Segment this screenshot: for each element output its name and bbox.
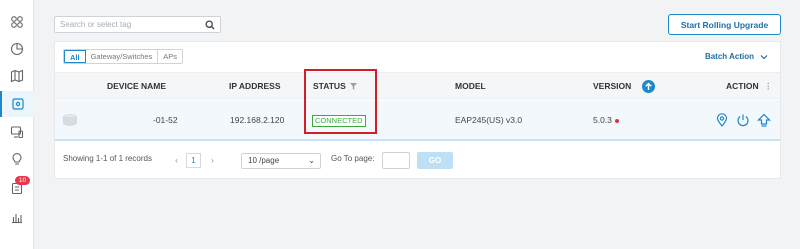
- go-button[interactable]: GO: [417, 152, 453, 169]
- update-available-dot: [614, 118, 619, 123]
- nav-statistics[interactable]: [0, 36, 34, 62]
- tab-all[interactable]: All: [64, 50, 86, 63]
- column-action: ACTION: [726, 81, 759, 91]
- goto-page-input[interactable]: [382, 152, 410, 169]
- locate-icon[interactable]: [715, 113, 729, 127]
- nav-clients[interactable]: [0, 119, 34, 145]
- chevron-down-icon: ⌄: [308, 156, 315, 165]
- table-row[interactable]: -01-52 192.168.2.120 CONNECTED EAP245(US…: [55, 100, 780, 141]
- version-value: 5.0.3: [593, 115, 612, 125]
- goto-page-label: Go To page:: [331, 154, 375, 163]
- tab-gateway-switches[interactable]: Gateway/Switches: [85, 50, 159, 63]
- start-rolling-upgrade-button[interactable]: Start Rolling Upgrade: [668, 14, 781, 35]
- notification-badge: 10: [15, 176, 30, 185]
- page-size-select[interactable]: 10 /page ⌄: [241, 153, 321, 169]
- device-list-card: All Gateway/Switches APs Batch Action DE…: [54, 41, 781, 179]
- upgrade-arrow-icon[interactable]: [641, 80, 655, 93]
- batch-action-label: Batch Action: [704, 52, 754, 61]
- column-settings-icon[interactable]: ⋮: [764, 73, 773, 100]
- upgrade-icon[interactable]: [757, 113, 771, 127]
- column-ip-address[interactable]: IP ADDRESS: [229, 73, 281, 100]
- dashboard-icon: [11, 16, 23, 28]
- nav-reports[interactable]: [0, 204, 34, 230]
- column-version[interactable]: VERSION: [593, 73, 655, 100]
- page-number-current[interactable]: 1: [186, 153, 201, 168]
- batch-action-dropdown[interactable]: Batch Action: [705, 52, 768, 61]
- previous-page-button[interactable]: ‹: [170, 154, 183, 167]
- map-icon: [10, 69, 24, 83]
- nav-devices[interactable]: [0, 91, 34, 117]
- device-icon: [63, 114, 77, 128]
- clients-icon: [10, 126, 24, 139]
- tag-search-box[interactable]: [54, 16, 221, 33]
- search-input[interactable]: [55, 17, 203, 32]
- left-nav-rail: 10: [0, 0, 34, 249]
- nav-map[interactable]: [0, 63, 34, 89]
- table-header: DEVICE NAME IP ADDRESS STATUS MODEL VERS…: [55, 72, 780, 99]
- chevron-down-icon: [760, 54, 768, 59]
- column-model[interactable]: MODEL: [455, 73, 486, 100]
- column-version-label: VERSION: [593, 81, 632, 91]
- model-cell: EAP245(US) v3.0: [455, 115, 523, 125]
- tab-aps[interactable]: APs: [158, 50, 183, 63]
- statistics-icon: [10, 42, 24, 56]
- next-page-button[interactable]: ›: [206, 154, 219, 167]
- version-cell: 5.0.3: [593, 100, 619, 141]
- nav-logs[interactable]: 10: [0, 175, 34, 201]
- column-device-name[interactable]: DEVICE NAME: [107, 73, 166, 100]
- device-type-filter: All Gateway/Switches APs: [63, 49, 184, 64]
- page-size-value: 10 /page: [248, 156, 280, 165]
- search-icon[interactable]: [203, 18, 217, 32]
- device-name-cell[interactable]: -01-52: [153, 100, 178, 141]
- reports-icon: [12, 214, 22, 224]
- ip-address-cell: 192.168.2.120: [230, 115, 285, 125]
- records-summary: Showing 1-1 of 1 records: [63, 154, 152, 163]
- insight-icon: [12, 153, 22, 165]
- pagination-bar: Showing 1-1 of 1 records ‹ 1 › 10 /page …: [55, 148, 780, 173]
- devices-icon: [12, 98, 24, 110]
- nav-dashboard[interactable]: [0, 9, 34, 35]
- status-highlight-box: [304, 69, 377, 134]
- power-reboot-icon[interactable]: [736, 113, 750, 127]
- nav-insight[interactable]: [0, 146, 34, 172]
